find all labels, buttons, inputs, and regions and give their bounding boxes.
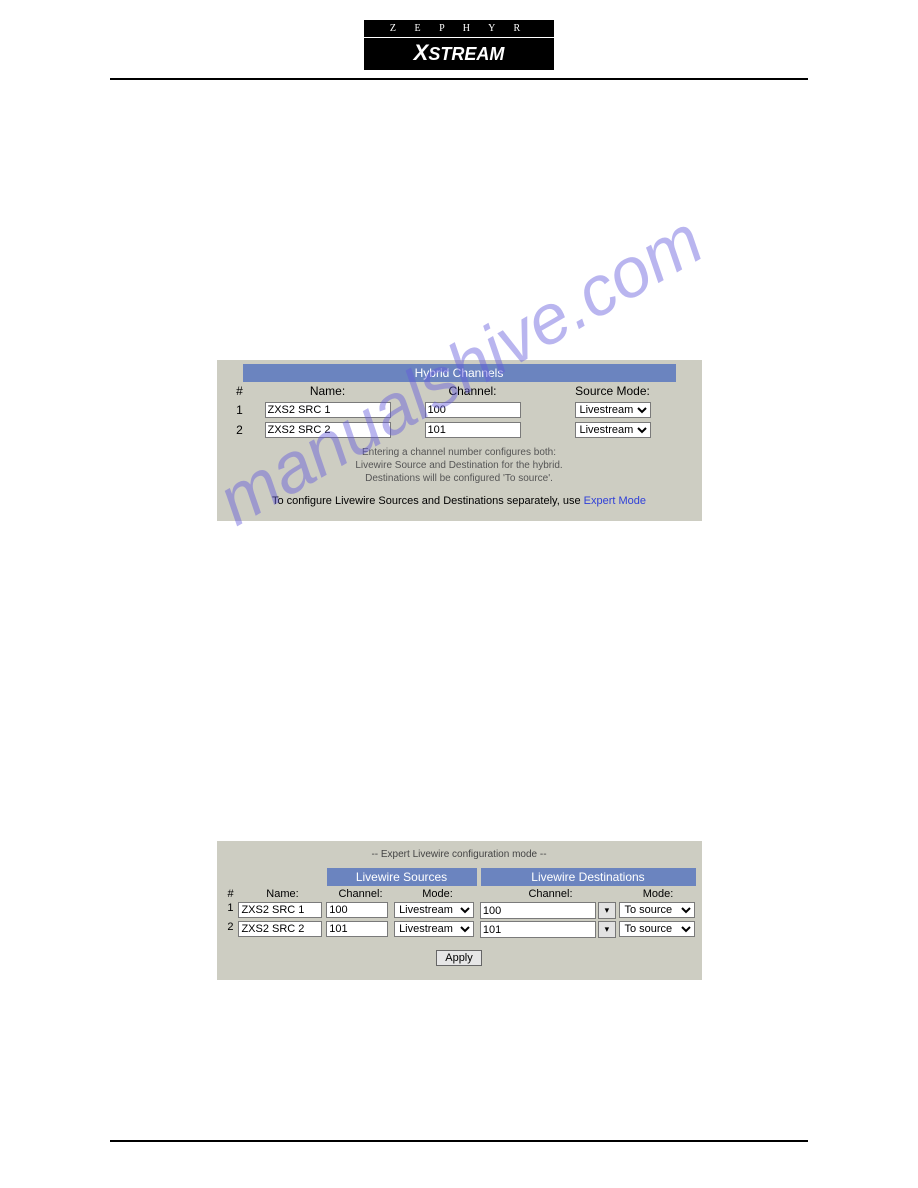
header-mode: Source Mode:	[543, 384, 683, 398]
dst-mode-select[interactable]: To source	[619, 921, 695, 937]
sources-header: Livewire Sources	[327, 868, 477, 886]
expert-title: -- Expert Livewire configuration mode --	[217, 849, 702, 860]
column-headers: # Name: Channel: Source Mode:	[217, 382, 702, 400]
destinations-header: Livewire Destinations	[481, 868, 696, 886]
table-row: 2 Livestream	[217, 420, 702, 440]
section-headers: Livewire Sources Livewire Destinations	[223, 868, 696, 886]
row-num: 2	[227, 423, 253, 437]
footer-divider	[110, 1140, 808, 1142]
name-field[interactable]	[265, 422, 391, 438]
row-num: 1	[223, 902, 239, 919]
expert-mode-panel: -- Expert Livewire configuration mode --…	[217, 841, 702, 980]
mode-select[interactable]: Livestream	[575, 422, 651, 438]
column-headers: # Name: Channel: Mode: Channel: Mode:	[223, 888, 696, 900]
header-num: #	[227, 384, 253, 398]
brand-logo: Z E P H Y R XSTREAM	[0, 0, 918, 70]
logo-top: Z E P H Y R	[364, 20, 554, 37]
mode-select[interactable]: Livestream	[575, 402, 651, 418]
src-mode-select[interactable]: Livestream	[394, 921, 474, 937]
channel-field[interactable]	[425, 422, 521, 438]
table-row: 2 Livestream ▾ To source	[223, 921, 696, 938]
expert-mode-link[interactable]: Expert Mode	[584, 495, 646, 507]
helper-text: Entering a channel number configures bot…	[217, 446, 702, 485]
hybrid-channels-panel: Hybrid Channels # Name: Channel: Source …	[217, 360, 702, 521]
name-field[interactable]	[238, 921, 322, 937]
name-field[interactable]	[238, 902, 322, 918]
table-row: 1 Livestream	[217, 400, 702, 420]
src-channel-field[interactable]	[326, 921, 388, 937]
panel-title: Hybrid Channels	[243, 364, 676, 382]
browse-icon[interactable]: ▾	[598, 902, 616, 919]
apply-button[interactable]: Apply	[436, 950, 482, 966]
expert-mode-line: To configure Livewire Sources and Destin…	[217, 495, 702, 507]
src-channel-field[interactable]	[326, 902, 388, 918]
logo-bottom: XSTREAM	[364, 37, 554, 70]
browse-icon[interactable]: ▾	[598, 921, 616, 938]
dst-mode-select[interactable]: To source	[619, 902, 695, 918]
dst-channel-field[interactable]	[480, 921, 596, 938]
header-channel: Channel:	[403, 384, 543, 398]
channel-field[interactable]	[425, 402, 521, 418]
row-num: 1	[227, 403, 253, 417]
name-field[interactable]	[265, 402, 391, 418]
table-row: 1 Livestream ▾ To source	[223, 902, 696, 919]
src-mode-select[interactable]: Livestream	[394, 902, 474, 918]
dst-channel-field[interactable]	[480, 902, 596, 919]
header-divider	[110, 78, 808, 80]
row-num: 2	[223, 921, 239, 938]
header-name: Name:	[253, 384, 403, 398]
